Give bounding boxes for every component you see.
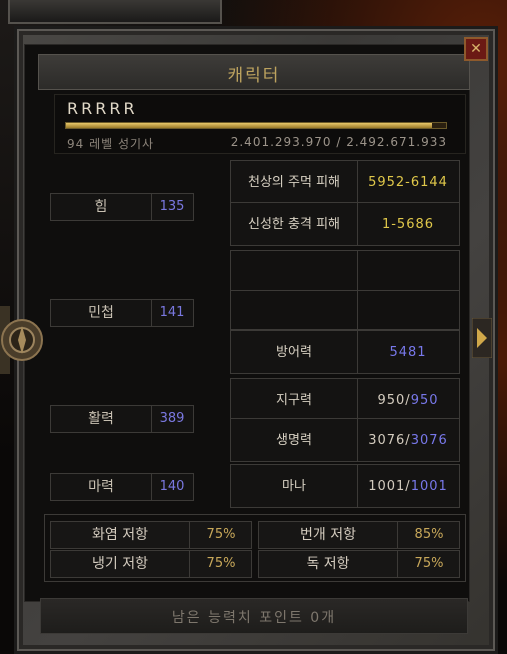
defense-label: 방어력 <box>231 331 358 373</box>
stat-dexterity: 민첩 141 <box>50 299 194 327</box>
damage-value: 5952-6144 <box>368 174 448 190</box>
close-button[interactable]: ✕ <box>464 37 488 61</box>
stat-label[interactable]: 민첩 <box>51 300 152 326</box>
divider <box>357 251 358 291</box>
mana-value: 1001/1001 <box>358 465 458 507</box>
empty-slot <box>230 250 460 292</box>
ornament-icon <box>0 306 43 374</box>
damage-label: 천상의 주먹 피해 <box>231 161 358 203</box>
experience-value: 2.401.293.970 / 2.492.671.933 <box>230 135 447 149</box>
life-label: 생명력 <box>231 419 358 461</box>
life-value: 3076/3076 <box>358 419 458 461</box>
stat-label[interactable]: 힘 <box>51 194 152 220</box>
holy-fist-damage: 천상의 주먹 피해 5952-6144 <box>230 160 460 204</box>
remaining-points: 남은 능력치 포인트 0개 <box>171 610 337 626</box>
defense-row: 방어력 5481 <box>230 330 460 374</box>
stat-value: 141 <box>159 305 185 320</box>
empty-slot <box>230 290 460 330</box>
stamina-row: 지구력 950/950 <box>230 378 460 422</box>
mana-current: 1001 <box>368 478 406 494</box>
stat-energy: 마력 140 <box>50 473 194 501</box>
expand-arrow-icon[interactable] <box>472 318 492 358</box>
character-header: RRRRR 94 레벨 성기사 2.401.293.970 / 2.492.67… <box>54 94 466 154</box>
damage-value: 1-5686 <box>381 216 435 232</box>
defense-value: 5481 <box>389 344 427 360</box>
stamina-current: 950 <box>377 392 406 408</box>
level-class: 94 레벨 성기사 <box>67 137 155 151</box>
life-row: 생명력 3076/3076 <box>230 418 460 462</box>
stat-value: 389 <box>159 411 185 426</box>
resist-value: 75% <box>206 527 236 542</box>
top-frame-edge <box>8 0 222 24</box>
panel-title: 캐릭터 <box>227 66 281 86</box>
stat-points-footer: 남은 능력치 포인트 0개 <box>40 598 468 634</box>
stat-value: 135 <box>159 199 185 214</box>
stat-label[interactable]: 활력 <box>51 406 152 432</box>
resist-label: 화염 저항 <box>51 522 190 548</box>
resist-value: 85% <box>414 527 444 542</box>
holy-shock-damage: 신성한 충격 피해 1-5686 <box>230 202 460 246</box>
resist-value: 75% <box>414 556 444 571</box>
life-max: 3076 <box>410 432 448 448</box>
damage-label: 신성한 충격 피해 <box>231 203 358 245</box>
fire-resist: 화염 저항 75% <box>50 521 252 549</box>
resist-label: 독 저항 <box>259 551 398 577</box>
stat-value: 140 <box>159 479 185 494</box>
experience-bar <box>65 122 447 129</box>
resist-label: 냉기 저항 <box>51 551 190 577</box>
lightning-resist: 번개 저항 85% <box>258 521 460 549</box>
life-current: 3076 <box>368 432 406 448</box>
stamina-label: 지구력 <box>231 379 358 421</box>
stamina-value: 950/950 <box>358 379 458 421</box>
experience-fill <box>66 123 432 128</box>
character-name: RRRRR <box>67 99 138 118</box>
resist-value: 75% <box>206 556 236 571</box>
stamina-max: 950 <box>410 392 439 408</box>
divider <box>357 291 358 329</box>
stat-vitality: 활력 389 <box>50 405 194 433</box>
mana-row: 마나 1001/1001 <box>230 464 460 508</box>
stat-strength: 힘 135 <box>50 193 194 221</box>
resist-label: 번개 저항 <box>259 522 398 548</box>
mana-max: 1001 <box>410 478 448 494</box>
poison-resist: 독 저항 75% <box>258 550 460 578</box>
title-bar: 캐릭터 <box>38 54 470 90</box>
mana-label: 마나 <box>231 465 358 507</box>
stat-label[interactable]: 마력 <box>51 474 152 500</box>
cold-resist: 냉기 저항 75% <box>50 550 252 578</box>
